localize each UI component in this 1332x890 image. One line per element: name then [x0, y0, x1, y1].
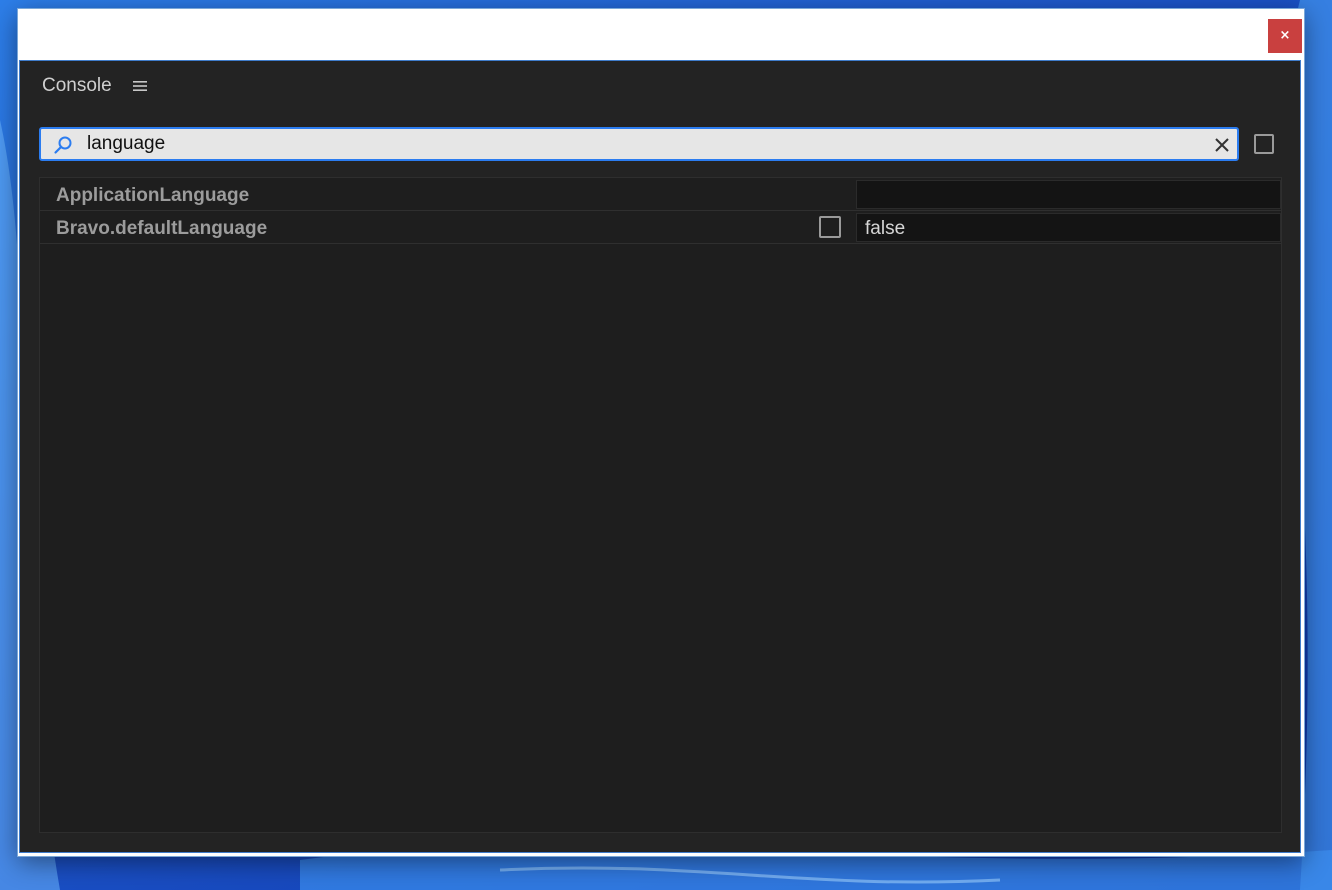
hamburger-menu-icon[interactable]	[131, 77, 149, 95]
console-window: × Console ApplicationLanguag	[18, 9, 1304, 856]
search-option-checkbox[interactable]	[1254, 134, 1274, 154]
search-input[interactable]	[87, 132, 1187, 156]
close-button[interactable]: ×	[1268, 19, 1302, 53]
title-bar[interactable]: ×	[18, 9, 1304, 60]
search-icon	[54, 136, 72, 154]
row-label: ApplicationLanguage	[56, 185, 250, 206]
list-item[interactable]: Bravo.defaultLanguage	[40, 211, 1281, 244]
row-label: Bravo.defaultLanguage	[56, 218, 268, 239]
row-checkbox[interactable]	[819, 216, 841, 238]
list-item[interactable]: ApplicationLanguage	[40, 178, 1281, 211]
panel-title: Console	[42, 75, 112, 96]
panel-header: Console	[20, 61, 1300, 111]
results-list: ApplicationLanguage Bravo.defaultLanguag…	[39, 177, 1282, 833]
console-panel: Console ApplicationLanguage	[19, 60, 1301, 853]
search-box[interactable]	[39, 127, 1239, 161]
row-value-field[interactable]	[856, 213, 1281, 242]
clear-icon[interactable]	[1213, 136, 1231, 154]
row-value-field[interactable]	[856, 180, 1281, 209]
